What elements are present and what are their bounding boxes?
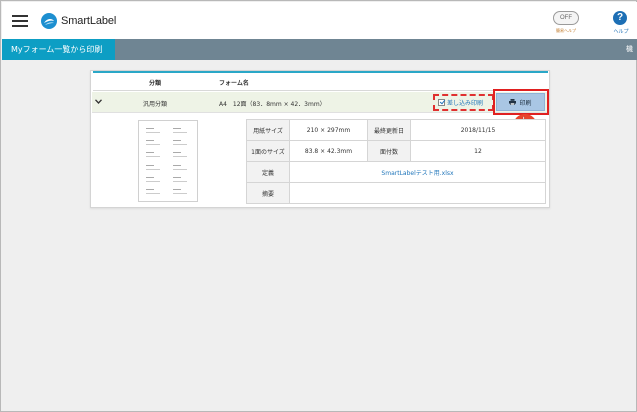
label-cell [144, 150, 167, 161]
logo-text: SmartLabel [61, 15, 117, 27]
label-size-label: 1面のサイズ [246, 140, 290, 162]
chevron-down-icon[interactable] [95, 98, 102, 106]
label-cell [144, 163, 167, 174]
summary-label: 摘要 [246, 182, 290, 204]
definition-label: 定義 [246, 161, 290, 183]
app-header: SmartLabel OFF 簡易ヘルプ ? ヘルプ [2, 2, 637, 39]
merge-print-checkbox[interactable]: 差し込み印刷 [438, 98, 483, 107]
label-cell [171, 126, 194, 137]
help-icon[interactable]: ? [613, 11, 627, 25]
updated-label: 最終更新日 [367, 119, 411, 141]
detail-row: 定義 SmartLabelテスト用.xlsx [246, 161, 546, 183]
label-cell [171, 138, 194, 149]
print-button[interactable]: 印刷 [496, 93, 545, 111]
print-button-label: 印刷 [519, 99, 532, 107]
label-preview-grid [144, 126, 194, 198]
label-preview-thumbnail [138, 120, 198, 202]
paper-size-value: 210 × 297mm [289, 119, 368, 141]
app-frame: SmartLabel OFF 簡易ヘルプ ? ヘルプ Myフォーム一覧から印刷 … [0, 0, 637, 412]
form-detail-table: 用紙サイズ 210 × 297mm 最終更新日 2018/11/15 1面のサイ… [246, 119, 546, 204]
app-logo: SmartLabel [40, 12, 116, 30]
tab-my-form-print[interactable]: Myフォーム一覧から印刷 [2, 39, 115, 60]
detail-row: 摘要 [246, 182, 546, 204]
count-label: 面付数 [367, 140, 411, 162]
row-form-name: A4 12面（83．8mm × 42．3mm） [219, 101, 326, 108]
updated-value: 2018/11/15 [410, 119, 546, 141]
label-cell [144, 126, 167, 137]
simple-help-toggle[interactable]: OFF [553, 11, 579, 25]
label-cell [171, 175, 194, 186]
detail-row: 1面のサイズ 83.8 × 42.3mm 面付数 12 [246, 140, 546, 162]
merge-print-label: 差し込み印刷 [447, 100, 484, 107]
label-cell [144, 187, 167, 198]
column-header-form-name: フォーム名 [219, 80, 249, 87]
card-accent-line [93, 71, 548, 73]
column-header-category: 分類 [149, 80, 162, 87]
printer-icon [509, 99, 517, 105]
label-cell [144, 138, 167, 149]
label-cell [171, 150, 194, 161]
count-value: 12 [410, 140, 546, 162]
hamburger-menu-icon[interactable] [12, 15, 28, 27]
detail-row: 用紙サイズ 210 × 297mm 最終更新日 2018/11/15 [246, 119, 546, 141]
row-category: 汎用分類 [143, 101, 168, 108]
checkbox-checked-icon[interactable] [438, 99, 445, 106]
header-divider [93, 90, 548, 91]
nav-bar: Myフォーム一覧から印刷 機 [2, 39, 637, 60]
label-size-value: 83.8 × 42.3mm [289, 140, 368, 162]
definition-file-link[interactable]: SmartLabelテスト用.xlsx [289, 161, 546, 183]
paper-size-label: 用紙サイズ [246, 119, 290, 141]
label-cell [171, 187, 194, 198]
form-list-card: 分類 フォーム名 汎用分類 A4 12面（83．8mm × 42．3mm） 差し… [90, 70, 550, 208]
help-label: ヘルプ [613, 29, 629, 35]
nav-right-text[interactable]: 機 [626, 39, 633, 60]
simple-help-label: 簡易ヘルプ [556, 28, 576, 33]
label-cell [144, 175, 167, 186]
smartlabel-logo-icon [41, 13, 57, 29]
label-cell [171, 163, 194, 174]
summary-value [289, 182, 546, 204]
